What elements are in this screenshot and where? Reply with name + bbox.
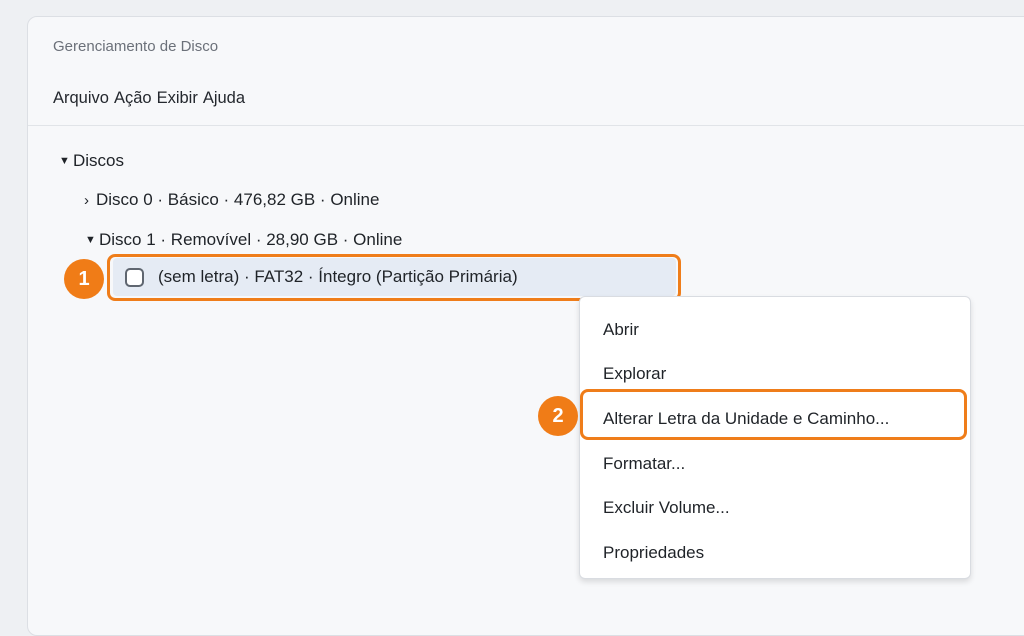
menubar: Arquivo Ação Exibir Ajuda [53, 89, 245, 108]
tree-item-disco-1[interactable]: ▼ Disco 1 · Removível · 28,90 GB · Onlin… [85, 230, 402, 250]
caret-down-icon[interactable]: ▼ [59, 155, 73, 167]
tree-item-label: Disco 0 · Básico · 476,82 GB · Online [96, 190, 380, 209]
menu-acao[interactable]: Ação [114, 89, 152, 108]
tree-item-label: Disco 1 · Removível · 28,90 GB · Online [99, 230, 403, 249]
tree-root-label: Discos [73, 151, 125, 170]
menu-exibir[interactable]: Exibir [157, 89, 198, 108]
menu-item-excluir-volume[interactable]: Excluir Volume... [603, 498, 730, 518]
menu-ajuda[interactable]: Ajuda [203, 89, 245, 108]
menu-item-formatar[interactable]: Formatar... [603, 454, 685, 474]
menu-item-abrir[interactable]: Abrir [603, 320, 639, 340]
menubar-divider [28, 125, 1024, 126]
chevron-right-icon[interactable]: › [84, 192, 96, 209]
tree-item-disco-0[interactable]: › Disco 0 · Básico · 476,82 GB · Online [84, 190, 379, 210]
step-badge-1: 1 [64, 259, 104, 299]
menu-arquivo[interactable]: Arquivo [53, 89, 109, 108]
menu-item-propriedades[interactable]: Propriedades [603, 543, 704, 563]
caret-down-icon[interactable]: ▼ [85, 234, 99, 246]
window-title: Gerenciamento de Disco [53, 38, 219, 55]
tree-root-discos[interactable]: ▼ Discos [59, 151, 124, 171]
menu-item-explorar[interactable]: Explorar [603, 364, 666, 384]
highlight-partition [107, 254, 681, 301]
highlight-alterar-letra [580, 389, 967, 440]
step-badge-2: 2 [538, 396, 578, 436]
